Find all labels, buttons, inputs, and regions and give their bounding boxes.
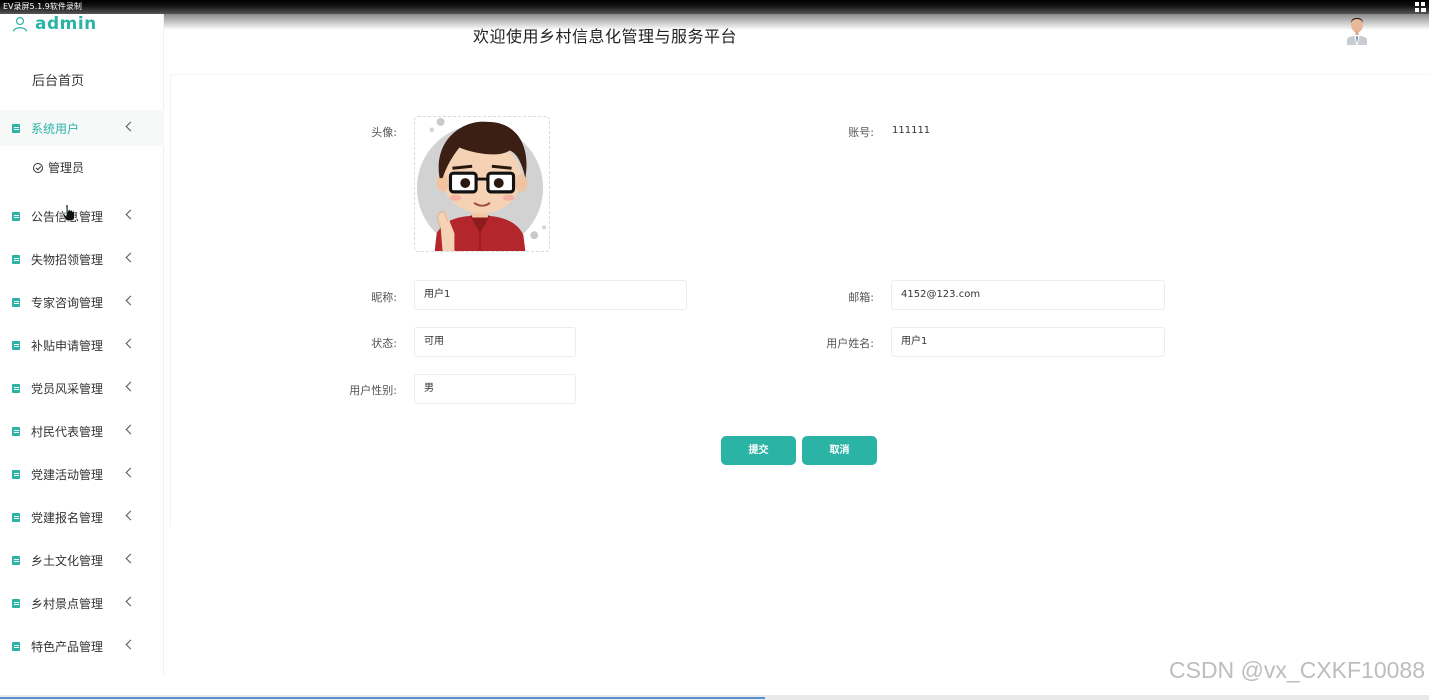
sidebar-item-label: 补贴申请管理 (31, 338, 104, 353)
sidebar-item-label: 专家咨询管理 (31, 295, 104, 310)
user-icon (12, 16, 28, 32)
email-label: 邮箱: (848, 291, 874, 304)
sidebar-item-label: 乡土文化管理 (31, 553, 104, 568)
chevron-left-icon (125, 510, 136, 521)
sidebar-item-label: 党建报名管理 (31, 510, 104, 525)
email-input[interactable]: 4152@123.com (891, 280, 1165, 310)
gender-label: 用户性别: (349, 384, 397, 397)
chevron-left-icon (125, 295, 136, 306)
sidebar-item-label: 特色产品管理 (31, 639, 104, 654)
sidebar-item-label: 党员风采管理 (31, 381, 104, 396)
submit-button[interactable]: 提交 (721, 436, 796, 465)
nickname-label: 昵称: (371, 291, 397, 304)
page-title: 欢迎使用乡村信息化管理与服务平台 (473, 27, 738, 46)
document-icon (12, 469, 20, 479)
chevron-left-icon (125, 381, 136, 392)
chevron-left-icon (125, 639, 136, 650)
sidebar-item-party-members[interactable]: 党员风采管理 (0, 370, 164, 406)
document-icon (12, 297, 20, 307)
cancel-button[interactable]: 取消 (802, 436, 877, 465)
document-icon (12, 598, 20, 608)
avatar-label: 头像: (371, 126, 397, 139)
recorder-title-bar: EV录屏5.1.9软件录制 (0, 0, 1429, 14)
sidebar-subitem-label: 管理员 (48, 161, 85, 175)
chevron-left-icon (125, 121, 136, 132)
grid-icon[interactable] (1415, 2, 1427, 12)
sidebar-item-label: 系统用户 (31, 121, 80, 136)
username-label: 用户姓名: (826, 337, 874, 350)
document-icon (12, 123, 20, 133)
sidebar-item-label: 村民代表管理 (31, 424, 104, 439)
recorder-progress-bar (0, 695, 1429, 700)
sidebar-item-lost-found[interactable]: 失物招领管理 (0, 241, 164, 277)
avatar-upload[interactable] (414, 116, 550, 252)
sidebar-item-system-users[interactable]: 系统用户 (0, 110, 164, 146)
chevron-left-icon (125, 596, 136, 607)
sidebar-item-local-culture[interactable]: 乡土文化管理 (0, 542, 164, 578)
chevron-left-icon (125, 424, 136, 435)
watermark: CSDN @vx_CXKF10088 (1169, 657, 1425, 683)
sidebar-item-label: 乡村景点管理 (31, 596, 104, 611)
brand: admin (12, 14, 97, 34)
gender-select[interactable]: 男 (414, 374, 576, 404)
brand-name: admin (35, 14, 97, 34)
sidebar-subitem-admin[interactable]: 管理员 (33, 159, 84, 176)
sidebar-item-expert-consult[interactable]: 专家咨询管理 (0, 284, 164, 320)
cartoon-avatar-image (416, 117, 547, 251)
document-icon (12, 426, 20, 436)
username-input[interactable]: 用户1 (891, 327, 1165, 357)
document-icon (12, 555, 20, 565)
chevron-left-icon (125, 209, 136, 220)
recorder-title: EV录屏5.1.9软件录制 (3, 2, 82, 11)
sidebar-item-announcements[interactable]: 公告信息管理 (0, 198, 164, 234)
sidebar-item-villager-reps[interactable]: 村民代表管理 (0, 413, 164, 449)
sidebar-item-subsidy[interactable]: 补贴申请管理 (0, 327, 164, 363)
account-value: 111111 (892, 125, 931, 136)
chevron-left-icon (125, 467, 136, 478)
document-icon (12, 641, 20, 651)
status-select[interactable]: 可用 (414, 327, 576, 357)
document-icon (12, 512, 20, 522)
sidebar-item-party-signup[interactable]: 党建报名管理 (0, 499, 164, 535)
document-icon (12, 340, 20, 350)
document-icon (12, 383, 20, 393)
sidebar-item-specialty-products[interactable]: 特色产品管理 (0, 628, 164, 664)
nickname-input[interactable]: 用户1 (414, 280, 687, 310)
sidebar-item-label: 失物招领管理 (31, 252, 104, 267)
account-label: 账号: (848, 126, 874, 139)
sidebar-item-home[interactable]: 后台首页 (32, 70, 84, 89)
chevron-left-icon (125, 338, 136, 349)
app-window: EV录屏5.1.9软件录制 admin 后台首页 系统用户 管理员 公告 (0, 0, 1429, 700)
sidebar-item-party-activities[interactable]: 党建活动管理 (0, 456, 164, 492)
document-icon (12, 254, 20, 264)
status-label: 状态: (371, 337, 397, 350)
check-circle-icon (33, 162, 43, 173)
sidebar-item-scenic-spots[interactable]: 乡村景点管理 (0, 585, 164, 621)
chevron-left-icon (125, 553, 136, 564)
recorder-progress-fill (0, 697, 765, 699)
sidebar-item-label: 党建活动管理 (31, 467, 104, 482)
sidebar: admin 后台首页 系统用户 管理员 公告信息管理 失物招领管理 专家咨询管理 (0, 14, 164, 674)
chevron-left-icon (125, 252, 136, 263)
document-icon (12, 211, 20, 221)
hand-cursor-icon (62, 204, 75, 222)
top-avatar[interactable] (1345, 13, 1369, 45)
